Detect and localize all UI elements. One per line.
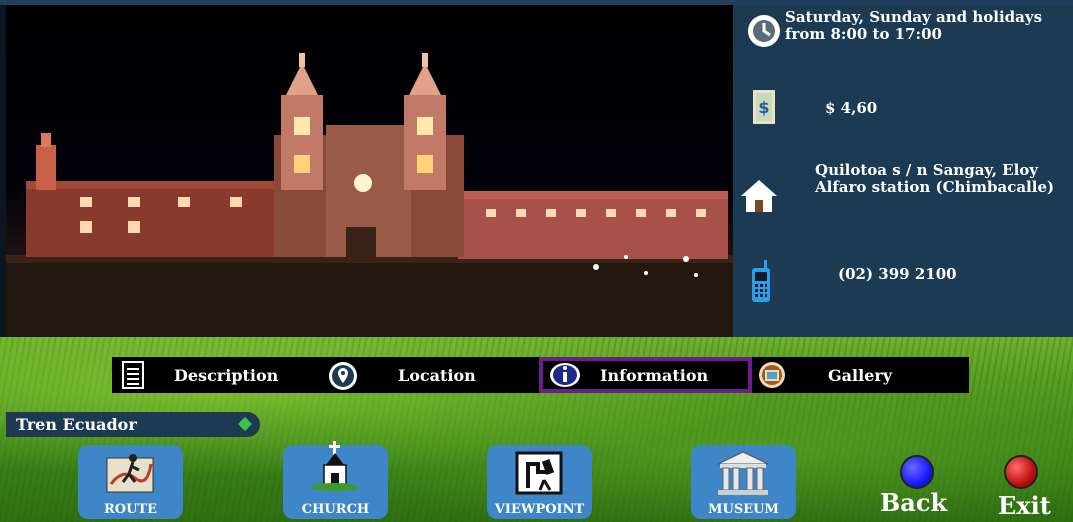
document-icon — [122, 361, 144, 393]
tab-description[interactable]: Description — [112, 357, 322, 393]
tab-information-label: Information — [600, 365, 709, 385]
svg-text:$: $ — [758, 98, 769, 117]
location-pin-icon — [328, 361, 358, 395]
museum-button[interactable]: MUSEUM — [691, 445, 796, 519]
church-button[interactable]: CHURCH — [283, 441, 388, 519]
viewpoint-label: VIEWPOINT — [494, 502, 585, 517]
money-icon: $ — [753, 90, 775, 128]
back-circle-icon — [900, 455, 934, 489]
tab-location-label: Location — [398, 365, 476, 385]
exit-button[interactable]: Exit — [990, 455, 1060, 520]
museum-icon — [717, 451, 769, 495]
church-icon — [311, 441, 359, 491]
address-text: Quilotoa s / n Sangay, Eloy Alfaro stati… — [815, 161, 1055, 196]
phone-icon — [752, 260, 770, 306]
gallery-icon — [758, 361, 786, 393]
route-button[interactable]: ROUTE — [78, 445, 183, 519]
museum-label: MUSEUM — [708, 502, 779, 517]
back-label: Back — [880, 488, 948, 517]
station-photo — [6, 5, 733, 337]
hiker-map-icon — [106, 454, 154, 493]
route-label: ROUTE — [103, 502, 158, 517]
tab-bar: Description Location Information Gallery — [112, 357, 969, 393]
diamond-icon — [237, 416, 253, 432]
viewpoint-button[interactable]: VIEWPOINT — [487, 445, 592, 519]
schedule-text: Saturday, Sunday and holidays from 8:00 … — [785, 8, 1043, 43]
section-label-text: Tren Ecuador — [16, 415, 137, 434]
tab-gallery[interactable]: Gallery — [754, 357, 969, 393]
back-button[interactable]: Back — [872, 455, 962, 517]
exit-label: Exit — [998, 491, 1051, 520]
exit-circle-icon — [1004, 455, 1038, 489]
tab-description-label: Description — [174, 365, 279, 385]
phone-text: (02) 399 2100 — [838, 265, 957, 283]
section-label: Tren Ecuador — [6, 412, 260, 437]
info-panel: Saturday, Sunday and holidays from 8:00 … — [733, 5, 1073, 337]
tab-gallery-label: Gallery — [828, 365, 893, 385]
info-icon — [549, 362, 581, 392]
house-icon — [741, 180, 777, 216]
tab-information[interactable]: Information — [539, 357, 752, 393]
clock-icon — [747, 14, 781, 52]
tab-location[interactable]: Location — [324, 357, 534, 393]
price-text: $ 4,60 — [825, 99, 878, 117]
viewpoint-icon — [515, 451, 563, 495]
church-label: CHURCH — [301, 502, 370, 517]
